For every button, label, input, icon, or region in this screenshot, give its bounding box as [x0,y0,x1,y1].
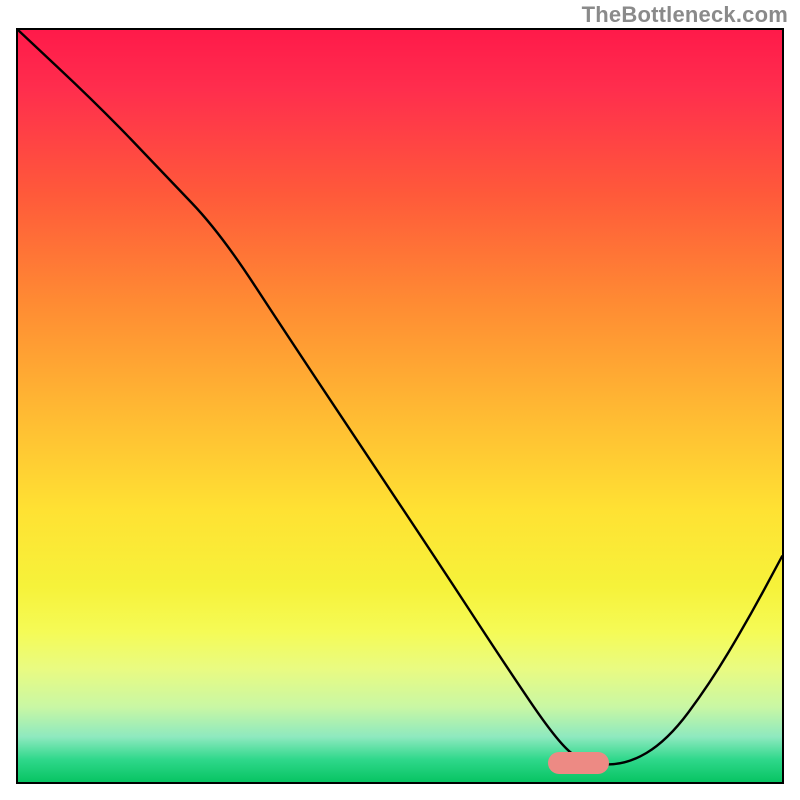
plot-frame [16,28,784,784]
bottleneck-curve [18,30,782,764]
curve-overlay-svg [18,30,782,782]
optimal-range-marker [548,752,609,774]
watermark-text: TheBottleneck.com [582,2,788,28]
chart-container: TheBottleneck.com [0,0,800,800]
